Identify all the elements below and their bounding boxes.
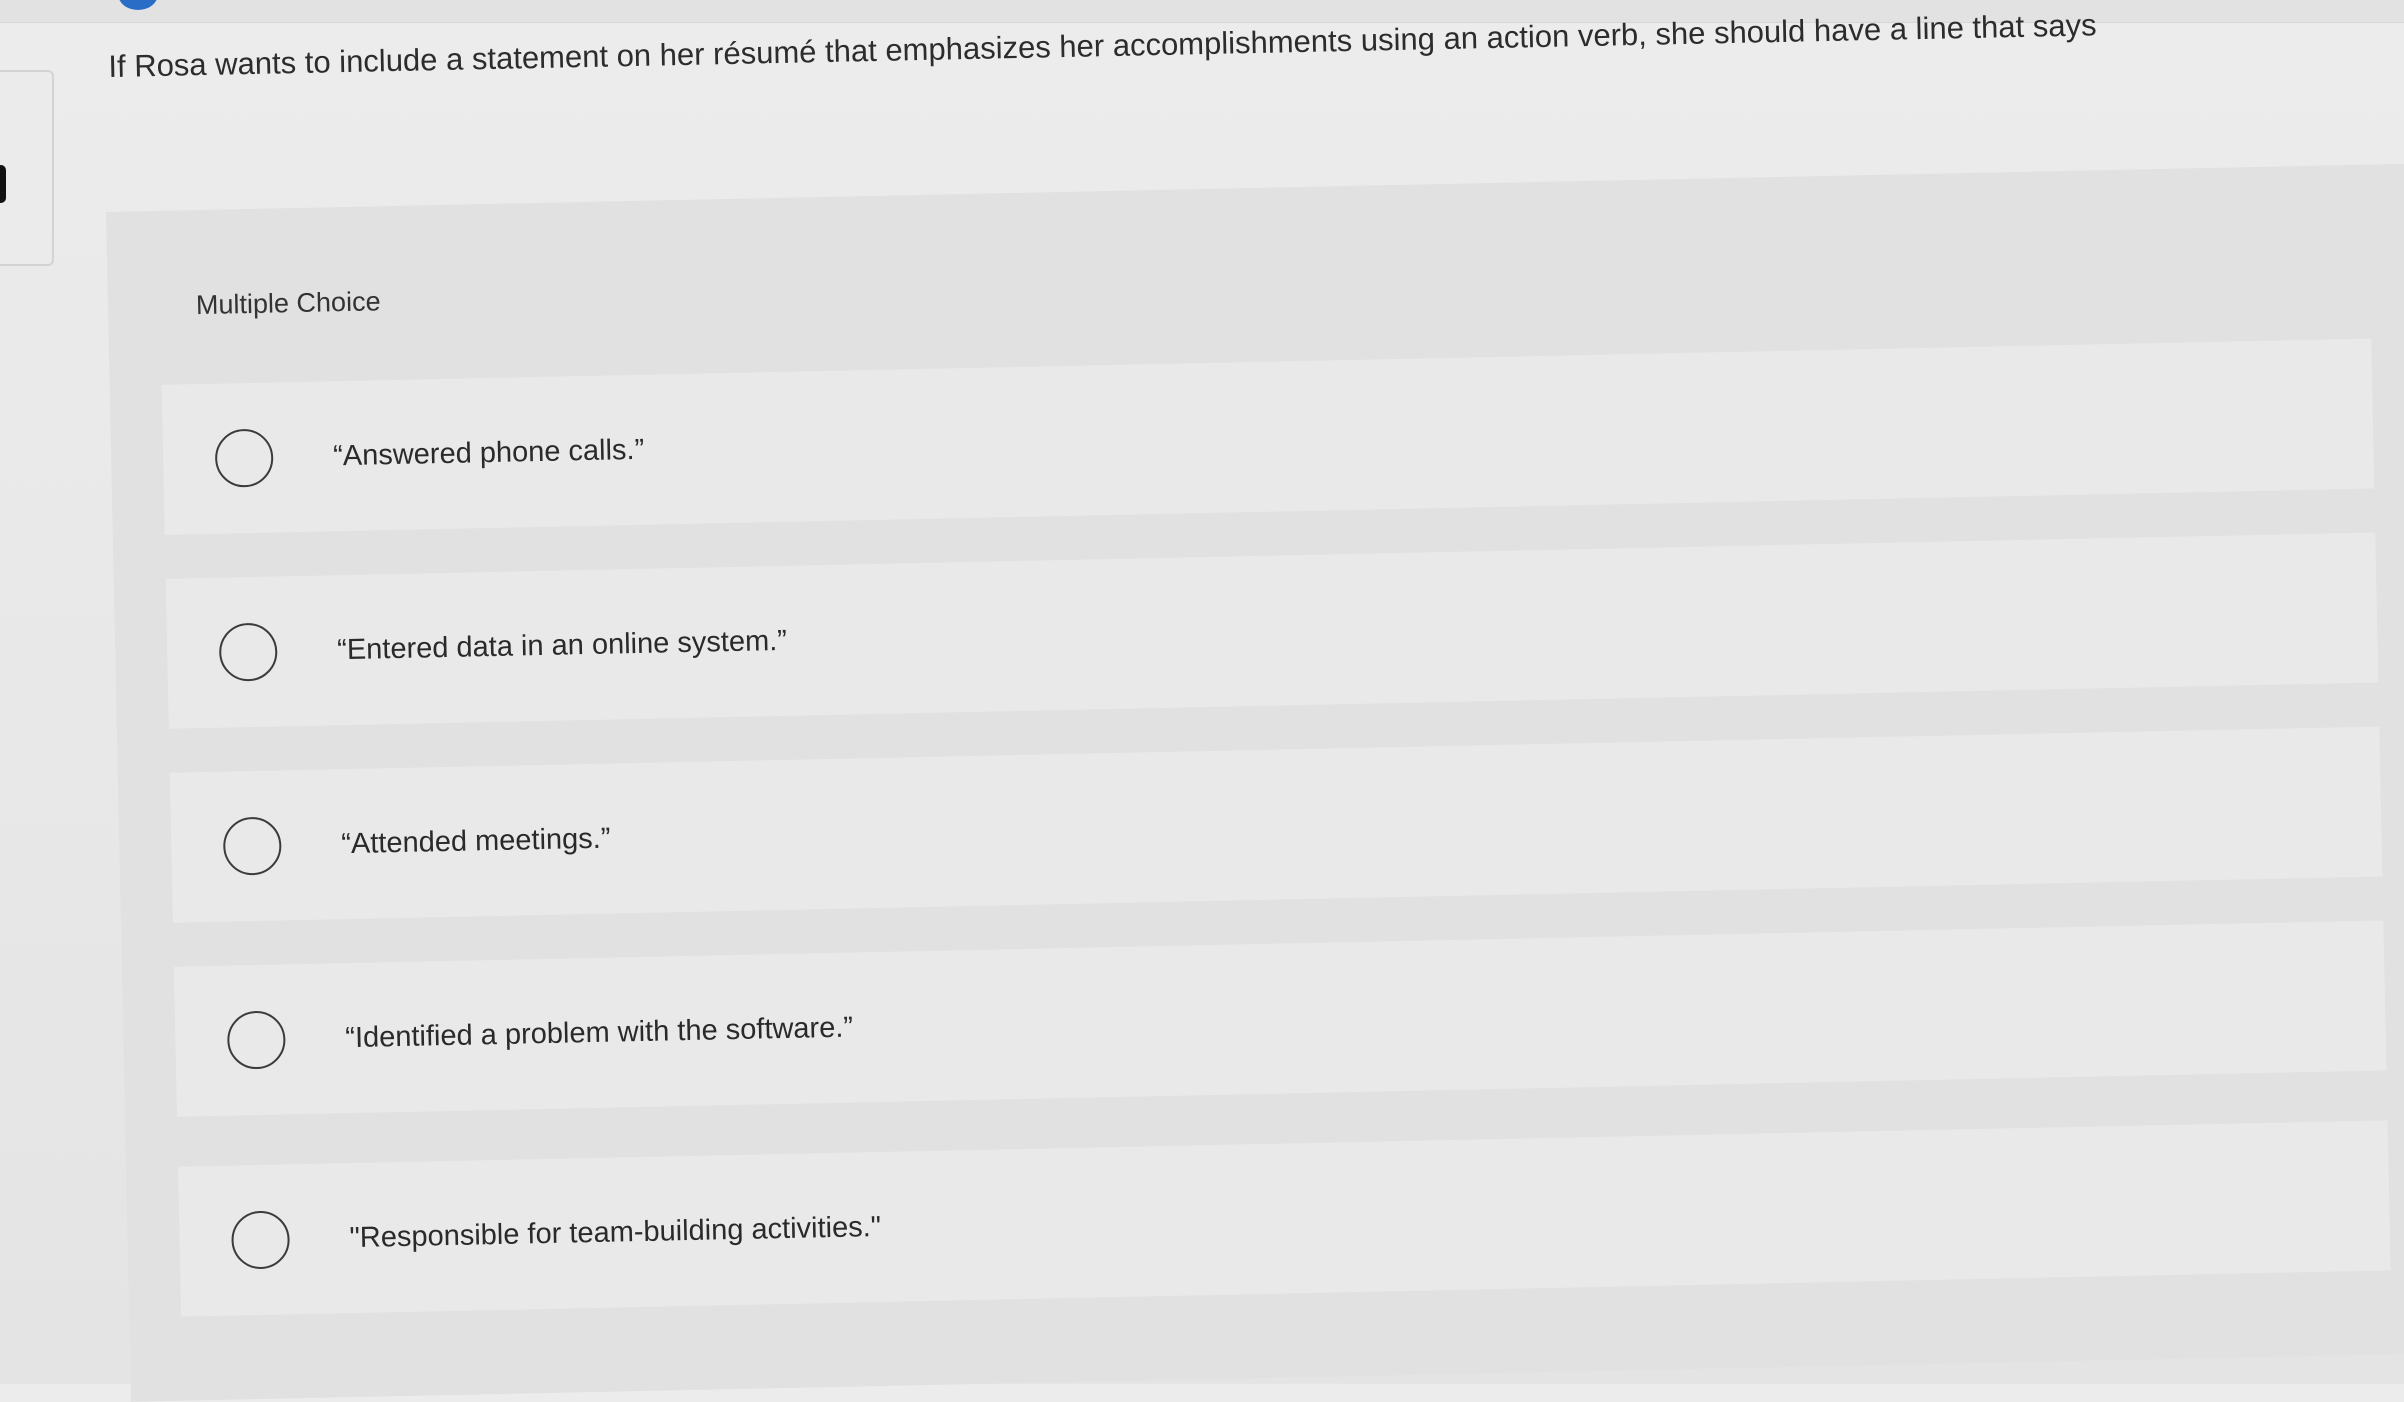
header-badge-icon [118, 0, 158, 10]
choice-option-2[interactable]: “Entered data in an online system.” [165, 532, 2379, 729]
radio-button-icon[interactable] [230, 1210, 291, 1270]
choice-option-3[interactable]: “Attended meetings.” [169, 726, 2383, 923]
radio-button-icon[interactable] [222, 816, 282, 876]
left-tab-marker-icon [0, 165, 6, 203]
choice-option-1[interactable]: “Answered phone calls.” [161, 338, 2375, 535]
question-type-label: Multiple Choice [195, 286, 381, 321]
choice-label: “Attended meetings.” [340, 822, 611, 861]
radio-button-icon[interactable] [218, 622, 278, 682]
multiple-choice-panel: Multiple Choice “Answered phone calls.” … [106, 163, 2404, 1402]
radio-button-icon[interactable] [226, 1010, 286, 1070]
left-side-tab[interactable] [0, 70, 54, 266]
choice-option-4[interactable]: “Identified a problem with the software.… [173, 920, 2387, 1117]
choice-label: “Answered phone calls.” [332, 433, 645, 473]
choice-option-5[interactable]: "Responsible for team-building activitie… [178, 1120, 2391, 1317]
choice-label: “Entered data in an online system.” [336, 624, 788, 667]
choice-label: “Identified a problem with the software.… [345, 1011, 854, 1055]
radio-button-icon[interactable] [214, 428, 274, 488]
choice-label: "Responsible for team-building activitie… [349, 1210, 882, 1255]
